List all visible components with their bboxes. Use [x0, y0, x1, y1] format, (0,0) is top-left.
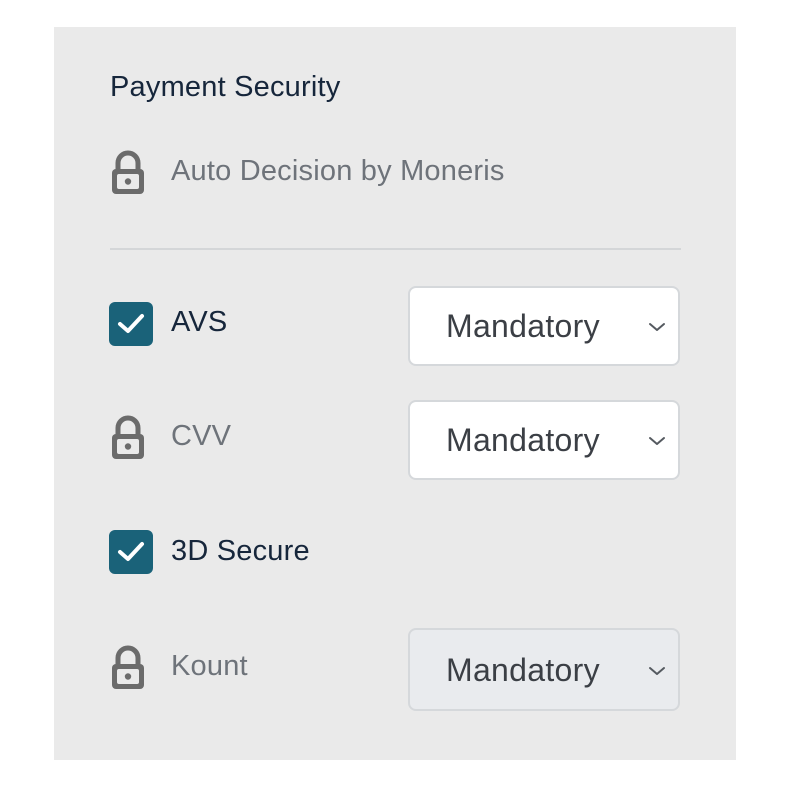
cvv-label: CVV: [171, 420, 232, 452]
kount-label: Kount: [171, 650, 248, 682]
checkmark-icon: [118, 542, 144, 561]
section-divider: [110, 248, 681, 250]
avs-label: AVS: [171, 306, 228, 338]
chevron-down-icon: [649, 667, 665, 675]
cvv-select-value: Mandatory: [446, 422, 600, 458]
avs-select-value: Mandatory: [446, 308, 600, 344]
cvv-select[interactable]: Mandatory: [408, 400, 680, 480]
avs-checkbox[interactable]: [109, 302, 153, 346]
3d-secure-checkbox[interactable]: [109, 530, 153, 574]
section-title: Payment Security: [110, 71, 341, 103]
lock-icon: [109, 150, 147, 196]
kount-select: Mandatory: [408, 628, 680, 711]
checkmark-icon: [118, 314, 144, 333]
cvv-lock-icon: [109, 415, 147, 461]
chevron-down-icon: [649, 323, 665, 331]
avs-select[interactable]: Mandatory: [408, 286, 680, 366]
auto-decision-label: Auto Decision by Moneris: [171, 155, 505, 187]
payment-security-panel: Payment Security Auto Decision by Moneri…: [54, 27, 736, 760]
kount-lock-icon: [109, 645, 147, 691]
kount-select-value: Mandatory: [446, 652, 600, 688]
3d-secure-label: 3D Secure: [171, 535, 310, 567]
chevron-down-icon: [649, 437, 665, 445]
